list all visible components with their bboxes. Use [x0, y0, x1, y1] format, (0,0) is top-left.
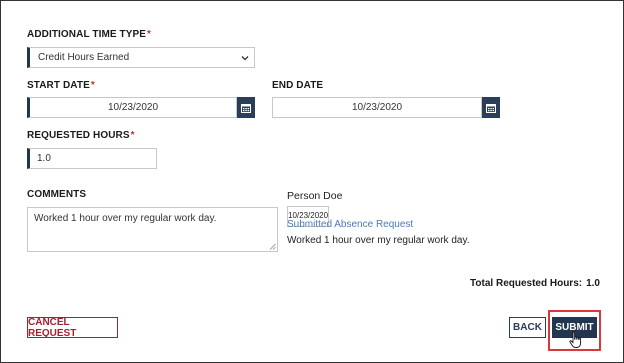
end-date-label: END DATE [272, 80, 324, 91]
hand-pointer-icon [569, 331, 582, 348]
comment-author: Person Doe [287, 190, 343, 202]
comments-label: COMMENTS [27, 189, 87, 200]
time-type-value: Credit Hours Earned [38, 52, 130, 63]
comments-value: Worked 1 hour over my regular work day. [34, 213, 217, 224]
end-date-input[interactable]: 10/23/2020 [272, 97, 482, 118]
resize-grip-icon[interactable] [269, 243, 276, 250]
start-date-input[interactable]: 10/23/2020 [27, 97, 237, 118]
comment-action-link[interactable]: Submitted Absence Request [287, 219, 413, 230]
total-requested-hours: Total Requested Hours: 1.0 [470, 278, 600, 289]
requested-hours-label: REQUESTED HOURS* [27, 130, 135, 141]
comments-textarea[interactable]: Worked 1 hour over my regular work day. [27, 207, 278, 252]
time-type-select[interactable]: Credit Hours Earned [27, 47, 255, 68]
start-date-label: START DATE* [27, 80, 95, 91]
required-mark: * [147, 29, 152, 40]
comment-text: Worked 1 hour over my regular work day. [287, 235, 470, 246]
required-mark: * [130, 130, 135, 141]
cancel-request-button[interactable]: CANCEL REQUEST [27, 317, 118, 339]
start-date-calendar-button[interactable] [237, 97, 255, 118]
total-label: Total Requested Hours: [470, 278, 583, 289]
calendar-icon [486, 103, 496, 113]
total-value: 1.0 [586, 278, 600, 289]
chevron-down-icon [241, 56, 249, 61]
requested-hours-input[interactable]: 1.0 [27, 148, 157, 169]
end-date-calendar-button[interactable] [482, 97, 500, 118]
back-button[interactable]: BACK [509, 317, 546, 338]
calendar-icon [241, 103, 251, 113]
time-type-label: ADDITIONAL TIME TYPE* [27, 29, 152, 40]
required-mark: * [90, 80, 95, 91]
